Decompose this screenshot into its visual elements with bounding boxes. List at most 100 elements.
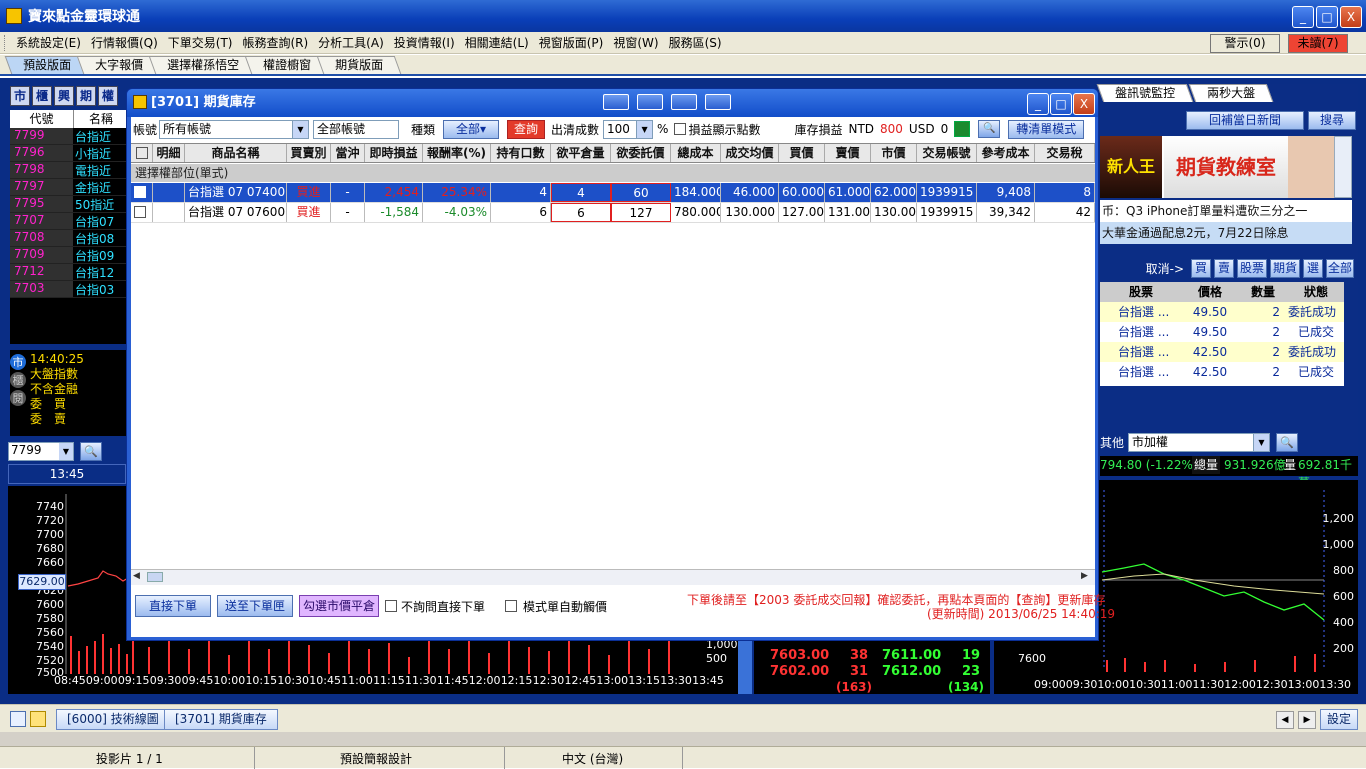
row-checkbox[interactable] xyxy=(134,186,146,198)
filter-all-button[interactable]: 全部 xyxy=(1326,258,1354,278)
scroll-right-icon[interactable]: ▶ xyxy=(1081,571,1093,583)
tab-market[interactable]: 市 xyxy=(10,86,30,106)
menu-analysis[interactable]: 分析工具(A) xyxy=(313,34,389,51)
help-icon[interactable] xyxy=(705,94,731,110)
close-button[interactable]: X xyxy=(1340,6,1362,28)
task-futures-inventory[interactable]: [3701] 期貨庫存 xyxy=(164,709,278,730)
close-qty-input[interactable]: 6 xyxy=(551,203,611,222)
tab-index-read[interactable]: 閱 xyxy=(10,390,26,406)
table-row[interactable]: 台指選 ... 42.50 2 已成交 xyxy=(1100,362,1344,382)
table-row[interactable]: 台指選 ... 49.50 2 委託成功 xyxy=(1100,302,1344,322)
list-item[interactable]: 7712 台指12 xyxy=(10,264,128,281)
banner-scrollbar[interactable] xyxy=(1334,136,1352,198)
list-item[interactable]: 7798 電指近 xyxy=(10,162,128,179)
order-price-input[interactable]: 60 xyxy=(611,183,671,202)
toolbar-icon-3[interactable] xyxy=(671,94,697,110)
settings-button[interactable]: 設定 xyxy=(1320,709,1359,730)
list-item[interactable]: 7797 金指近 xyxy=(10,179,128,196)
list-item[interactable]: 7799 台指近 xyxy=(10,128,128,145)
tab-options[interactable]: 選擇權孫悟空 xyxy=(148,56,258,74)
list-item[interactable]: 7708 台指08 xyxy=(10,230,128,247)
menu-info[interactable]: 投資情報(I) xyxy=(389,34,460,51)
excel-icon[interactable] xyxy=(954,121,971,137)
order-price-input[interactable]: 127 xyxy=(611,203,671,222)
layout-icon[interactable] xyxy=(10,711,26,727)
tab-bigquote[interactable]: 大字報價 xyxy=(76,56,162,74)
news-search-button[interactable]: 搜尋 xyxy=(1308,111,1356,130)
prev-icon[interactable]: ◀ xyxy=(1276,711,1294,729)
close-qty-input[interactable]: 4 xyxy=(551,183,611,202)
minimize-button[interactable]: _ xyxy=(1292,6,1314,28)
list-item[interactable]: 7796 小指近 xyxy=(10,145,128,162)
send-to-box-button[interactable]: 送至下單匣 xyxy=(217,595,293,617)
scroll-left-icon[interactable]: ◀ xyxy=(133,571,145,583)
no-confirm-checkbox[interactable] xyxy=(385,600,397,612)
tab-futures[interactable]: 期貨版面 xyxy=(316,56,402,74)
search-icon[interactable]: 🔍 xyxy=(978,120,1001,138)
tab-index-market[interactable]: 市 xyxy=(10,354,26,370)
scroll-thumb[interactable] xyxy=(147,572,163,582)
query-button[interactable]: 查詢 xyxy=(507,119,546,139)
account-select[interactable]: 所有帳號 ▼ xyxy=(159,119,309,139)
filter-sell-button[interactable]: 賣 xyxy=(1214,258,1234,278)
news-item[interactable]: 大華金通過配息2元，7月22日除息 xyxy=(1100,222,1352,244)
news-banner[interactable]: 新人王 期貨教練室 xyxy=(1100,136,1334,198)
kind-select[interactable]: 全部▾ xyxy=(443,119,500,139)
menu-account[interactable]: 帳務查詢(R) xyxy=(237,34,313,51)
menu-quote[interactable]: 行情報價(Q) xyxy=(86,34,163,51)
win-close-button[interactable]: X xyxy=(1073,93,1095,115)
filter-stock-button[interactable]: 股票 xyxy=(1237,258,1267,278)
filter-futures-button[interactable]: 期貨 xyxy=(1270,258,1300,278)
table-row[interactable]: 台指選 ... 42.50 2 委託成功 xyxy=(1100,342,1344,362)
menu-system[interactable]: 系統設定(E) xyxy=(11,34,86,51)
auto-trigger-checkbox[interactable] xyxy=(505,600,517,612)
alert-button[interactable]: 警示(0) xyxy=(1210,34,1280,53)
maximize-button[interactable]: □ xyxy=(1316,6,1338,28)
tab-warrants[interactable]: 權證櫥窗 xyxy=(244,56,330,74)
market-close-button[interactable]: 勾選市價平倉 xyxy=(299,595,379,617)
index-select[interactable]: 市加權 ▼ xyxy=(1128,433,1270,452)
toolbar-icon-2[interactable] xyxy=(637,94,663,110)
list-item[interactable]: 7707 台指07 xyxy=(10,213,128,230)
fill-select[interactable]: 100 ▼ xyxy=(603,119,654,139)
menu-window[interactable]: 視窗(W) xyxy=(608,34,663,51)
list-item[interactable]: 7709 台指09 xyxy=(10,247,128,264)
table-row[interactable]: 台指選 07 07600 P 買進 - -1,584 -4.03% 6 6 12… xyxy=(131,203,1095,223)
tab-two-sec-index[interactable]: 兩秒大盤 xyxy=(1188,84,1274,102)
tab-signal-monitor[interactable]: 盤訊號監控 xyxy=(1096,84,1194,102)
next-icon[interactable]: ▶ xyxy=(1298,711,1316,729)
tab-futures-mkt[interactable]: 期 xyxy=(76,86,96,106)
task-tech-chart[interactable]: [6000] 技術線圖 xyxy=(56,709,170,730)
win-maximize-button[interactable]: □ xyxy=(1050,93,1072,115)
menu-service[interactable]: 服務區(S) xyxy=(664,34,727,51)
tab-options-mkt[interactable]: 權 xyxy=(98,86,118,106)
tab-index-otc[interactable]: 櫃 xyxy=(10,372,26,388)
tab-default[interactable]: 預設版面 xyxy=(4,56,90,74)
win-minimize-button[interactable]: _ xyxy=(1027,93,1049,115)
list-item[interactable]: 7703 台指03 xyxy=(10,281,128,298)
menu-links[interactable]: 相關連結(L) xyxy=(460,34,534,51)
row-checkbox[interactable] xyxy=(134,206,146,218)
list-mode-button[interactable]: 轉清單模式 xyxy=(1008,119,1085,139)
code-select[interactable]: 7799 ▼ xyxy=(8,442,74,461)
horizontal-scrollbar[interactable]: ◀ ▶ xyxy=(131,569,1095,585)
scrollbar[interactable] xyxy=(738,640,752,694)
toolbar-icon-1[interactable] xyxy=(603,94,629,110)
filter-buy-button[interactable]: 買 xyxy=(1191,258,1211,278)
tab-otc[interactable]: 櫃 xyxy=(32,86,52,106)
search-icon[interactable]: 🔍 xyxy=(80,442,102,461)
list-item[interactable]: 7795 50指近 xyxy=(10,196,128,213)
all-accounts-field[interactable]: 全部帳號 xyxy=(313,119,399,139)
show-points-checkbox[interactable] xyxy=(674,123,687,135)
table-row[interactable]: 台指選 07 07400 P 買進 - 2,454 25.34% 4 4 60 … xyxy=(131,183,1095,203)
folder-icon[interactable] xyxy=(30,711,46,727)
tab-emerging[interactable]: 興 xyxy=(54,86,74,106)
select-all-checkbox[interactable] xyxy=(131,144,153,162)
table-row[interactable]: 台指選 ... 49.50 2 已成交 xyxy=(1100,322,1344,342)
filter-option-button[interactable]: 選 xyxy=(1303,258,1323,278)
menu-trade[interactable]: 下單交易(T) xyxy=(163,34,238,51)
refill-news-button[interactable]: 回補當日新聞 xyxy=(1186,111,1304,130)
search-icon[interactable]: 🔍 xyxy=(1276,433,1298,452)
news-item[interactable]: 币：Q3 iPhone訂單量料遭砍三分之一 xyxy=(1100,200,1352,222)
menu-layout[interactable]: 視窗版面(P) xyxy=(534,34,609,51)
